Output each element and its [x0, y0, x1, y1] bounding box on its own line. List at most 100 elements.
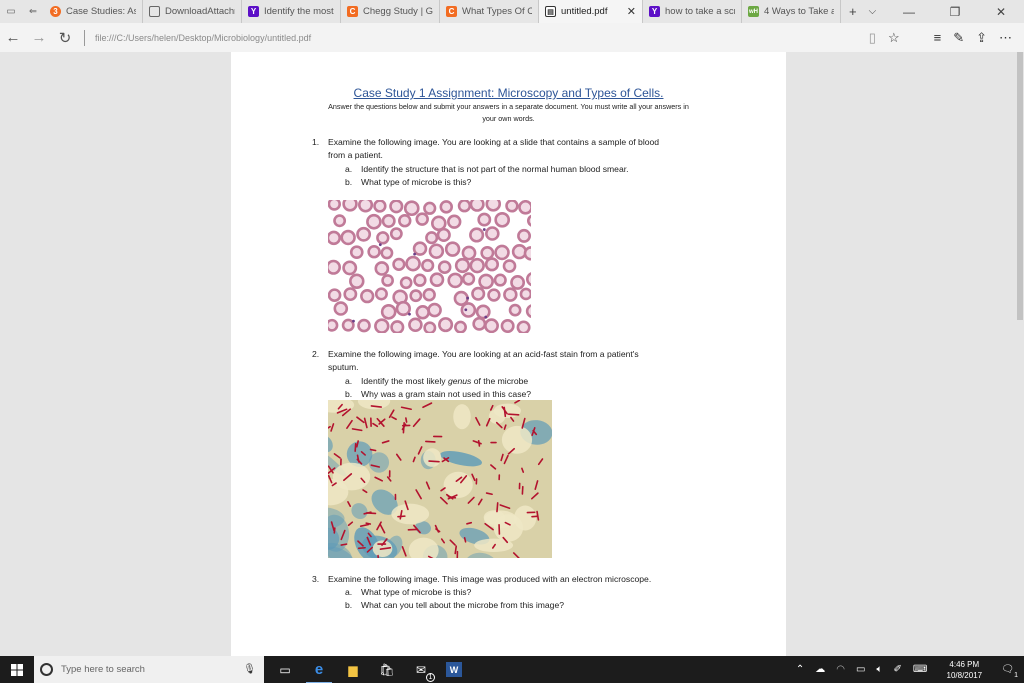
red-blood-cell [447, 214, 462, 229]
favorite-star-icon[interactable]: ☆ [888, 30, 900, 46]
red-blood-cell [412, 241, 428, 256]
onedrive-icon[interactable]: ☁ [815, 664, 825, 675]
red-blood-cell [356, 226, 372, 242]
red-blood-cell [460, 302, 477, 318]
tab-how-to-screenshot[interactable]: Y how to take a scre [643, 0, 742, 23]
acid-fast-bacillus [354, 442, 357, 453]
red-blood-cell [471, 286, 486, 301]
pen-icon[interactable]: ✎ [953, 30, 964, 46]
share-icon[interactable]: ⇪ [976, 30, 987, 46]
reading-view-icon[interactable]: ▯ [869, 30, 876, 46]
file-explorer-icon[interactable]: ▆ [344, 661, 362, 679]
red-blood-cell [423, 201, 437, 215]
system-tray: ⌃ ☁ ◠ ▭ 🔈︎ ✐ ⌨ 4:46 PM 10/8/2017 🗨︎ 1 [796, 659, 1024, 681]
tab-what-types[interactable]: C What Types Of Cel [440, 0, 539, 23]
red-blood-cell [493, 273, 507, 287]
microphone-icon[interactable]: 🎙︎ [243, 664, 256, 675]
red-blood-cell [415, 305, 430, 320]
hub-icon[interactable]: ≡ [934, 30, 942, 46]
red-blood-cell [399, 276, 413, 290]
red-blood-cell [367, 244, 381, 259]
wifi-icon[interactable]: ◠ [836, 664, 845, 675]
pen-workspace-icon[interactable]: ✐ [893, 664, 901, 675]
keyboard-icon[interactable]: ⌨ [913, 664, 927, 675]
red-blood-cell [457, 200, 472, 213]
pale-cell [332, 462, 371, 491]
store-icon[interactable]: 🛍︎ [378, 661, 396, 679]
new-tab-icon[interactable]: + [849, 4, 857, 19]
red-blood-cell [342, 260, 358, 276]
red-blood-cell [328, 259, 342, 275]
mail-badge: 1 [426, 672, 435, 682]
chevron-down-icon[interactable]: ⌵ [869, 6, 877, 17]
red-blood-cell [373, 200, 387, 213]
search-box[interactable]: Type here to search 🎙︎ [34, 656, 264, 683]
url-field[interactable]: file:///C:/Users/helen/Desktop/Microbiol… [95, 33, 869, 43]
word-icon[interactable]: W [446, 662, 462, 677]
red-blood-cell [413, 273, 427, 287]
tab-identify-most[interactable]: Y Identify the most l [242, 0, 341, 23]
back-arrow-icon[interactable]: ← [0, 29, 26, 46]
refresh-icon[interactable]: ↻ [52, 29, 78, 47]
windows-icon [11, 663, 23, 676]
edge-icon[interactable]: e [306, 661, 332, 683]
acid-fast-svg [328, 400, 552, 558]
red-blood-cell [444, 241, 461, 257]
red-blood-cell [366, 213, 382, 230]
red-blood-cell [374, 287, 388, 301]
scrollbar[interactable] [1015, 52, 1024, 656]
task-view-icon[interactable]: ▭ [276, 661, 294, 679]
forward-arrow-icon[interactable]: → [26, 29, 52, 46]
tab-four-ways[interactable]: wH 4 Ways to Take a S [742, 0, 841, 23]
volume-icon[interactable]: 🔈︎ [876, 664, 882, 675]
close-window-icon[interactable]: ✕ [978, 0, 1024, 23]
red-blood-cell [429, 272, 445, 287]
red-blood-cell [518, 200, 531, 215]
red-blood-cell [328, 318, 339, 332]
red-blood-cell [395, 300, 411, 317]
red-blood-cell [438, 317, 454, 333]
sub-text-part: Identify the most likely [361, 376, 448, 386]
orange-circle-icon: 3 [50, 6, 61, 17]
mail-icon[interactable]: ✉ 1 [412, 661, 435, 682]
question-text: Examine the following image. You are loo… [328, 348, 728, 375]
battery-icon[interactable]: ▭ [856, 664, 865, 675]
action-center-icon[interactable]: 🗨︎ 1 [1001, 664, 1018, 679]
red-blood-cell [390, 320, 405, 333]
red-blood-cell [447, 272, 464, 289]
red-blood-cell [349, 273, 365, 290]
clock[interactable]: 4:46 PM 10/8/2017 [938, 659, 990, 681]
set-aside-tabs-icon[interactable]: ⇐ [22, 0, 44, 23]
red-blood-cell [421, 258, 435, 273]
close-tab-icon[interactable]: ✕ [627, 5, 636, 18]
tab-label: untitled.pdf [561, 6, 608, 17]
tab-chegg-study[interactable]: C Chegg Study | Guic [341, 0, 440, 23]
red-blood-cell [485, 200, 502, 212]
red-blood-cell [403, 200, 420, 217]
acid-fast-bacillus [370, 405, 383, 408]
tab-untitled-pdf[interactable]: ▤ untitled.pdf ✕ [539, 0, 643, 23]
red-blood-cell [494, 244, 510, 261]
more-menu-icon[interactable]: ⋯ [999, 30, 1012, 46]
scrollbar-thumb[interactable] [1017, 52, 1023, 320]
sub-text: Identify the structure that is not part … [361, 164, 629, 174]
minimize-icon[interactable]: — [886, 0, 932, 23]
search-placeholder: Type here to search [61, 664, 145, 675]
red-blood-cell [439, 200, 454, 214]
red-blood-cell [349, 245, 364, 260]
acid-fast-bacillus [463, 537, 467, 543]
parasite-dot [482, 228, 486, 231]
chevron-up-icon[interactable]: ⌃ [796, 664, 804, 675]
acid-fast-bacillus [365, 522, 372, 525]
chegg-icon: C [446, 6, 457, 17]
tab-download-attachment[interactable]: DownloadAttachm [143, 0, 242, 23]
red-blood-cell [374, 261, 390, 276]
restore-icon[interactable]: ❐ [932, 0, 978, 23]
tab-case-studies[interactable]: 3 Case Studies: Assig [44, 0, 143, 23]
tab-preview-icon[interactable]: ▭ [0, 0, 22, 23]
sub-label: b. [345, 600, 353, 610]
red-blood-cell [405, 255, 421, 272]
sub-text: What type of microbe is this? [361, 587, 472, 597]
start-button[interactable] [0, 663, 34, 676]
red-blood-cell [454, 320, 467, 333]
